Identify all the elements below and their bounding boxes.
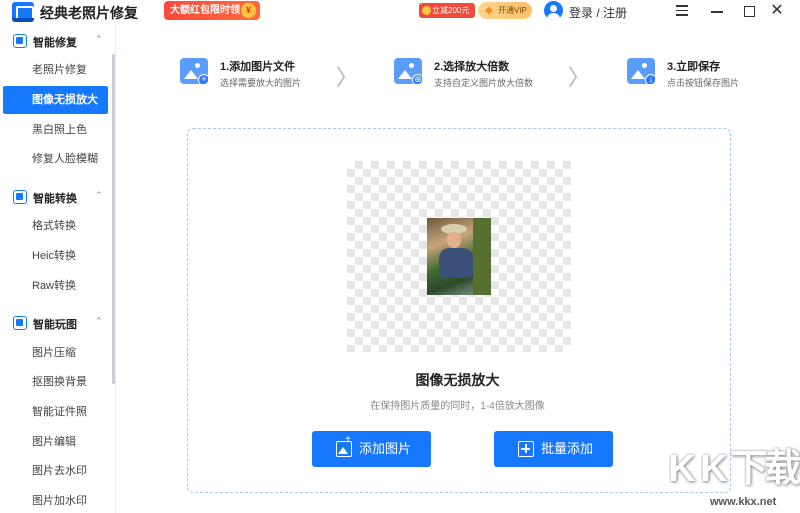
convert-icon: [13, 190, 27, 204]
sidebar: 智能修复 ⌃ 老照片修复 图像无损放大 黑白照上色 修复人脸模糊 智能转换 ⌃ …: [0, 24, 116, 513]
coin-icon: ¥: [241, 3, 256, 18]
save-image-icon: ↓: [627, 58, 655, 84]
step-desc: 点击按钮保存图片: [667, 78, 740, 88]
menu-icon[interactable]: [671, 2, 693, 20]
sidebar-item-colorize[interactable]: 黑白照上色: [0, 116, 112, 144]
step-add-file: + 1.添加图片文件 选择需要放大的图片: [180, 56, 340, 92]
sample-photo: [427, 218, 491, 295]
feature-title: 图像无损放大: [415, 372, 500, 388]
chevron-right-icon: 〉: [568, 66, 591, 91]
coupon-badge[interactable]: 立减200元: [419, 3, 475, 18]
chevron-right-icon: 〉: [336, 66, 359, 91]
step-save: ↓ 3.立即保存 点击按钮保存图片: [627, 56, 757, 92]
step-desc: 选择需要放大的图片: [220, 78, 302, 88]
user-avatar-icon[interactable]: [544, 1, 563, 20]
watermark-letter: K: [668, 448, 696, 490]
sidebar-item-edit[interactable]: 图片编辑: [0, 428, 112, 456]
chevron-up-icon: ⌃: [95, 190, 103, 200]
group-label: 智能玩图: [33, 319, 77, 331]
step-title: 1.添加图片文件: [220, 61, 296, 73]
app-title: 经典老照片修复: [40, 5, 138, 21]
watermark-letter: K: [700, 448, 728, 490]
close-icon[interactable]: ✕: [766, 2, 788, 20]
add-image-icon: [336, 435, 352, 457]
coupon-label: 立减200元: [432, 6, 470, 15]
sidebar-item-format[interactable]: 格式转换: [0, 212, 112, 240]
watermark-url: www.kkx.net: [710, 496, 777, 508]
add-image-button[interactable]: 添加图片: [312, 431, 431, 467]
zoom-badge-icon: ⊕: [412, 74, 422, 84]
step-title: 2.选择放大倍数: [434, 61, 510, 73]
promo-label: 大额红包限时领: [170, 5, 240, 16]
step-choose-scale: ⊕ 2.选择放大倍数 支持自定义图片放大倍数: [394, 56, 554, 92]
sidebar-item-old-photo[interactable]: 老照片修复: [0, 56, 112, 84]
coupon-dot-icon: [422, 6, 431, 15]
step-desc: 支持自定义图片放大倍数: [434, 78, 534, 88]
minimize-icon[interactable]: [706, 2, 728, 20]
plus-badge-icon: +: [198, 74, 208, 84]
sidebar-item-heic[interactable]: Heic转换: [0, 242, 112, 270]
sidebar-group-convert[interactable]: 智能转换 ⌃: [0, 184, 112, 210]
step-title: 3.立即保存: [667, 61, 721, 73]
chevron-up-icon: ⌃: [95, 34, 103, 44]
sidebar-item-raw[interactable]: Raw转换: [0, 272, 112, 300]
sidebar-item-compress[interactable]: 图片压缩: [0, 339, 112, 367]
maximize-icon[interactable]: [738, 2, 760, 20]
sidebar-item-face-fix[interactable]: 修复人脸模糊: [0, 145, 112, 173]
app-logo-icon: [12, 2, 34, 22]
sidebar-item-remove-watermark[interactable]: 图片去水印: [0, 457, 112, 485]
image-play-icon: [13, 316, 27, 330]
group-label: 智能修复: [33, 37, 77, 49]
login-register-link[interactable]: 登录 / 注册: [569, 4, 627, 21]
vip-label: 开通VIP: [498, 6, 527, 15]
sidebar-item-add-watermark[interactable]: 图片加水印: [0, 487, 112, 513]
watermark-letter: 载: [764, 448, 800, 490]
sidebar-scrollbar[interactable]: [112, 54, 115, 384]
download-badge-icon: ↓: [645, 74, 655, 84]
title-bar: 经典老照片修复 大额红包限时领 ¥ 立减200元 ◆ 开通VIP 登录 / 注册…: [0, 0, 800, 24]
diamond-icon: ◆: [485, 5, 493, 16]
zoom-image-icon: ⊕: [394, 58, 422, 84]
kkx-watermark: K K 下 载 www.kkx.net: [658, 448, 800, 513]
watermark-letter: 下: [730, 448, 769, 490]
chevron-up-icon: ⌃: [95, 316, 103, 326]
red-packet-promo-button[interactable]: 大额红包限时领 ¥: [164, 1, 260, 20]
repair-icon: [13, 34, 27, 48]
add-image-icon: +: [180, 58, 208, 84]
feature-subtitle: 在保持图片质量的同时，1-4倍放大图像: [370, 401, 545, 412]
sidebar-group-play[interactable]: 智能玩图 ⌃: [0, 310, 112, 336]
batch-add-label: 批量添加: [541, 441, 594, 456]
batch-add-button[interactable]: 批量添加: [494, 431, 613, 467]
sidebar-item-lossless-upscale[interactable]: 图像无损放大: [3, 86, 108, 114]
batch-add-icon: [518, 441, 534, 457]
group-label: 智能转换: [33, 193, 77, 205]
vip-button[interactable]: ◆ 开通VIP: [478, 2, 532, 19]
sidebar-group-repair[interactable]: 智能修复 ⌃: [0, 28, 112, 54]
add-image-label: 添加图片: [359, 441, 412, 456]
